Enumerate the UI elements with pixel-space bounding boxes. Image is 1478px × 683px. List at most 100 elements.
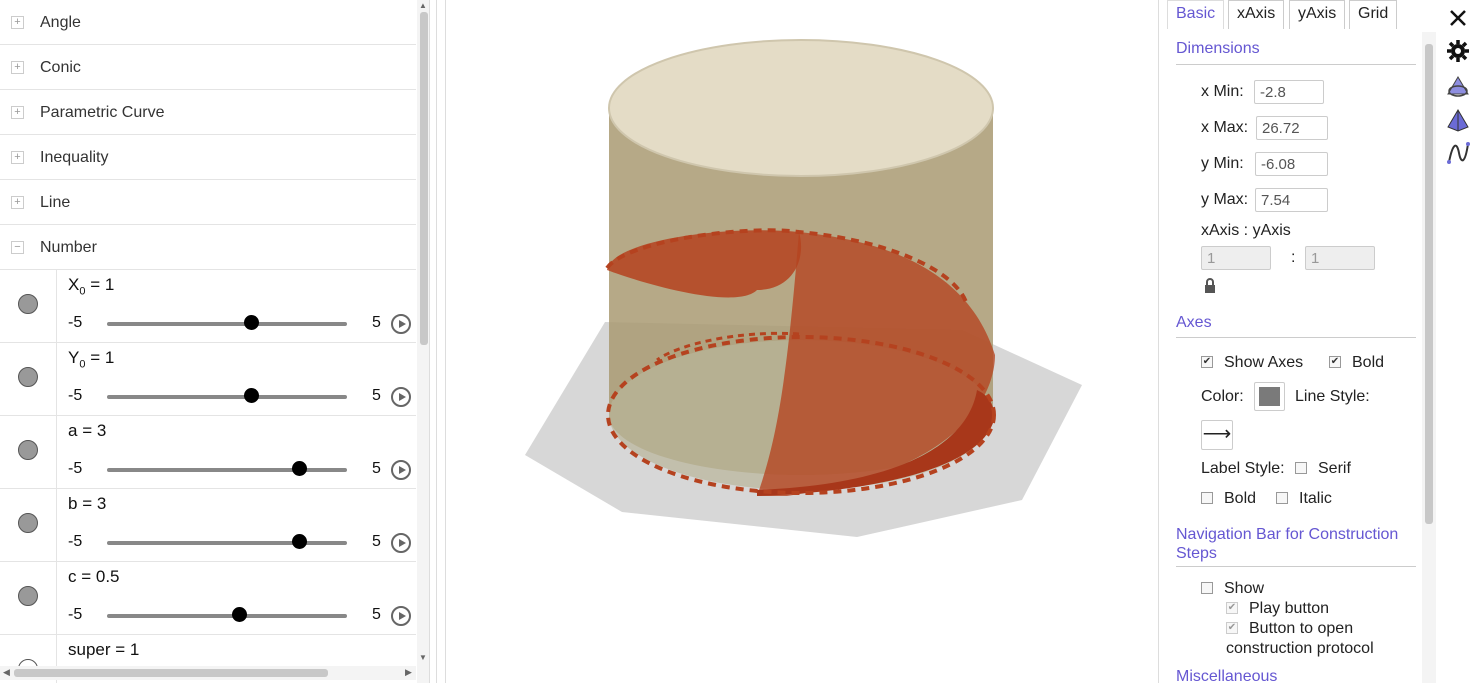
slider-knob[interactable]	[244, 315, 259, 330]
collapse-icon[interactable]: −	[11, 241, 24, 254]
visibility-toggle[interactable]	[18, 294, 38, 314]
ratio-y-input[interactable]	[1305, 246, 1375, 270]
play-icon[interactable]	[391, 460, 411, 480]
slider-min: -5	[68, 533, 83, 550]
xmax-label: x Max:	[1201, 119, 1249, 136]
slider-track[interactable]	[107, 395, 347, 399]
settings-vertical-scrollbar[interactable]	[1422, 32, 1436, 683]
expand-icon[interactable]: +	[11, 16, 24, 29]
section-dimensions: Dimensions	[1176, 40, 1260, 57]
category-line[interactable]: + Line	[0, 180, 416, 225]
scroll-up-icon[interactable]: ▲	[419, 1, 427, 10]
slider-definition[interactable]: X0 = 1	[68, 275, 114, 297]
label-bold-label: Bold	[1224, 490, 1257, 507]
slider-track[interactable]	[107, 541, 347, 545]
slider-max: 5	[372, 533, 381, 550]
close-icon[interactable]	[1445, 5, 1471, 31]
slider-max: 5	[372, 314, 381, 331]
slider-item-a: a = 3 -5 5	[0, 416, 416, 489]
slider-definition[interactable]: super = 1	[68, 640, 139, 660]
slider-knob[interactable]	[292, 461, 307, 476]
visibility-toggle[interactable]	[18, 440, 38, 460]
divider	[1176, 337, 1416, 338]
tab-basic[interactable]: Basic	[1167, 0, 1225, 29]
graphics3d-icon[interactable]	[1445, 74, 1471, 100]
play-button-checkbox[interactable]	[1226, 602, 1238, 614]
gear-icon[interactable]	[1445, 38, 1471, 64]
color-label: Color:	[1201, 388, 1244, 405]
slider-track[interactable]	[107, 468, 347, 472]
serif-checkbox[interactable]	[1295, 462, 1307, 474]
slider-knob[interactable]	[232, 607, 247, 622]
category-number[interactable]: − Number	[0, 225, 416, 270]
play-icon[interactable]	[391, 606, 411, 626]
tab-grid[interactable]: Grid	[1349, 0, 1398, 29]
function-icon[interactable]	[1445, 140, 1471, 166]
bold-axes-checkbox[interactable]	[1329, 356, 1341, 368]
label-bold-checkbox[interactable]	[1201, 492, 1213, 504]
expand-icon[interactable]: +	[11, 151, 24, 164]
view-splitter[interactable]	[436, 0, 446, 683]
ratio-x-input[interactable]	[1201, 246, 1271, 270]
divider	[1176, 566, 1416, 567]
xmin-input[interactable]	[1254, 80, 1324, 104]
nav-show-label: Show	[1224, 580, 1265, 597]
slider-definition[interactable]: c = 0.5	[68, 567, 120, 589]
expand-icon[interactable]: +	[11, 106, 24, 119]
play-icon[interactable]	[391, 387, 411, 407]
slider-item-y0: Y0 = 1 -5 5	[0, 343, 416, 416]
serif-label: Serif	[1318, 460, 1351, 477]
axis-color-button[interactable]	[1254, 382, 1285, 411]
play-icon[interactable]	[391, 314, 411, 334]
scroll-right-icon[interactable]: ▶	[405, 667, 412, 678]
section-navigation-bar: Navigation Bar for Construction Steps	[1176, 526, 1399, 562]
xmax-input[interactable]	[1256, 116, 1328, 140]
slider-knob[interactable]	[292, 534, 307, 549]
italic-checkbox[interactable]	[1276, 492, 1288, 504]
category-label: Inequality	[40, 149, 109, 166]
scroll-thumb[interactable]	[14, 669, 328, 677]
category-parametric-curve[interactable]: + Parametric Curve	[0, 90, 416, 135]
pyramid-icon[interactable]	[1445, 107, 1471, 133]
ymax-input[interactable]	[1255, 188, 1328, 212]
visibility-toggle[interactable]	[18, 513, 38, 533]
slider-knob[interactable]	[244, 388, 259, 403]
slider-track[interactable]	[107, 614, 347, 618]
slider-definition[interactable]: a = 3	[68, 421, 106, 443]
line-style-button[interactable]: ⟶	[1201, 420, 1233, 450]
nav-show-checkbox[interactable]	[1201, 582, 1213, 594]
lock-icon[interactable]	[1203, 278, 1217, 294]
category-conic[interactable]: + Conic	[0, 45, 416, 90]
algebra-vertical-scrollbar[interactable]: ▲ ▼	[417, 0, 429, 683]
line-style-label: Line Style:	[1295, 388, 1370, 405]
scroll-thumb[interactable]	[1425, 44, 1433, 524]
ymin-input[interactable]	[1255, 152, 1328, 176]
algebra-view: + Angle + Conic + Parametric Curve + Ine…	[0, 0, 430, 683]
algebra-horizontal-scrollbar[interactable]: ◀ ▶	[0, 666, 416, 680]
visibility-toggle[interactable]	[18, 586, 38, 606]
protocol-button-checkbox[interactable]	[1226, 622, 1238, 634]
expand-icon[interactable]: +	[11, 196, 24, 209]
visibility-toggle[interactable]	[18, 367, 38, 387]
category-label: Number	[40, 239, 97, 256]
slider-track[interactable]	[107, 322, 347, 326]
play-icon[interactable]	[391, 533, 411, 553]
category-label: Parametric Curve	[40, 104, 165, 121]
expand-icon[interactable]: +	[11, 61, 24, 74]
scroll-thumb[interactable]	[420, 12, 428, 345]
ymin-label: y Min:	[1201, 155, 1244, 172]
show-axes-checkbox[interactable]	[1201, 356, 1213, 368]
category-angle[interactable]: + Angle	[0, 0, 416, 45]
scroll-left-icon[interactable]: ◀	[3, 667, 10, 678]
slider-min: -5	[68, 314, 83, 331]
slider-min: -5	[68, 606, 83, 623]
tab-yaxis[interactable]: yAxis	[1289, 0, 1346, 29]
slider-definition[interactable]: b = 3	[68, 494, 106, 516]
slider-max: 5	[372, 606, 381, 623]
category-inequality[interactable]: + Inequality	[0, 135, 416, 180]
scroll-down-icon[interactable]: ▼	[419, 653, 427, 662]
3d-scene[interactable]	[447, 0, 1157, 683]
graphics-3d-view[interactable]	[447, 0, 1157, 683]
slider-definition[interactable]: Y0 = 1	[68, 348, 114, 370]
tab-xaxis[interactable]: xAxis	[1228, 0, 1285, 29]
